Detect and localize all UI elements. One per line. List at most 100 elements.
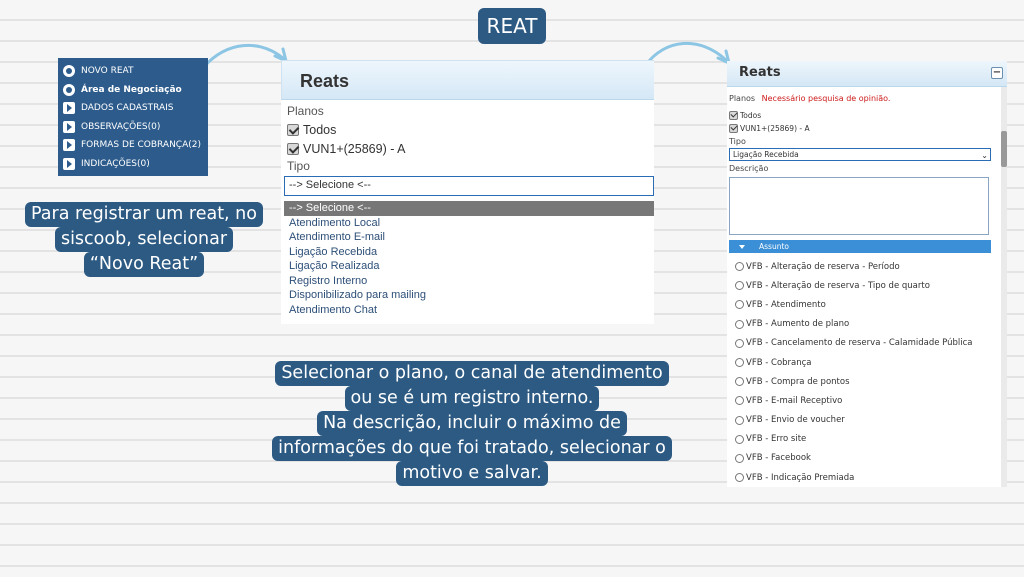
assunto-label: VFB - Compra de pontos [746,376,850,387]
scrollbar[interactable] [1001,87,1007,487]
radio-icon[interactable] [735,300,744,310]
assunto-option[interactable]: VFB - Cancelamento de reserva - Calamida… [729,334,1003,353]
radio-icon[interactable] [735,415,744,425]
radio-icon[interactable] [735,396,744,406]
chevron-down-icon: ⌄ [981,151,988,160]
radio-icon[interactable] [735,281,744,291]
assunto-label: VFB - Cancelamento de reserva - Calamida… [746,338,973,349]
panel-title: Reats [281,60,654,100]
reats-panel: Reats Planos Todos VUN1+(25869) - A Tipo… [281,60,654,324]
assunto-option[interactable]: VFB - Aumento de plano [729,315,1003,334]
assunto-option[interactable]: VFB - Compra de pontos [729,372,1003,391]
checkbox-plano[interactable]: VUN1+(25869) - A [729,122,1003,135]
assunto-label: VFB - Erro site [746,434,807,445]
assunto-label: VFB - Envio de voucher [746,415,845,426]
arrow-right-icon [63,102,75,115]
assunto-option[interactable]: VFB - Cobrança [729,353,1003,372]
tipo-option[interactable]: Atendimento Chat [284,303,654,318]
menu-item-label: NOVO REAT [81,66,134,77]
assunto-label: VFB - Cobrança [746,357,812,368]
tipo-options-list: --> Selecione <-- Atendimento Local Aten… [284,201,654,317]
assunto-option[interactable]: VFB - Atendimento [729,295,1003,314]
callout-line: Selecionar o plano, o canal de atendimen… [275,361,669,386]
arrow-right-icon [63,120,75,133]
checkbox-plano[interactable]: VUN1+(25869) - A [281,142,654,156]
checkbox-icon[interactable] [729,111,738,120]
radio-icon[interactable] [735,453,744,463]
arrow-icon [643,41,731,68]
callout-line: Para registrar um reat, no [25,202,263,227]
arrow-icon [198,43,288,74]
menu-item-dados-cadastrais[interactable]: DADOS CADASTRAIS [63,99,203,118]
tipo-option[interactable]: Ligação Realizada [284,259,654,274]
descricao-textarea[interactable] [729,177,989,235]
panel-body: Planos Necessário pesquisa de opinião. T… [727,93,1003,487]
radio-icon[interactable] [735,434,744,444]
assunto-option[interactable]: VFB - Alteração de reserva - Período [729,257,1003,276]
callout-line: ou se é um registro interno. [344,386,600,411]
assunto-header[interactable]: Assunto [729,240,991,253]
assunto-label: VFB - Facebook [746,453,811,464]
checkbox-icon[interactable] [287,124,299,136]
collapse-button[interactable]: − [991,67,1003,79]
panel-header: Reats − [727,61,1007,87]
assunto-label: VFB - Indicação Premiada [746,472,855,483]
radio-icon[interactable] [735,319,744,329]
assunto-option[interactable]: VFB - Envio de voucher [729,411,1003,430]
assunto-option[interactable]: VFB - Erro site [729,430,1003,449]
checkbox-label: VUN1+(25869) - A [740,124,810,133]
checkbox-icon[interactable] [729,124,738,133]
checkbox-todos[interactable]: Todos [729,109,1003,122]
tipo-label: Tipo [729,137,746,146]
tipo-option[interactable]: --> Selecione <-- [284,201,654,216]
menu-item-observacoes[interactable]: OBSERVAÇÕES(0) [63,118,203,137]
menu-item-label: INDICAÇÕES(0) [81,158,150,169]
checkbox-label: Todos [740,111,762,120]
page-title: REAT [478,8,546,44]
panel-title: Reats [739,65,781,80]
assunto-label: VFB - Aumento de plano [746,319,850,330]
assunto-option[interactable]: VFB - Facebook [729,449,1003,468]
tipo-option[interactable]: Registro Interno [284,274,654,289]
radio-icon[interactable] [735,358,744,368]
callout-line: “Novo Reat” [83,252,205,277]
menu-item-formas-cobranca[interactable]: FORMAS DE COBRANÇA(2) [63,136,203,155]
arrow-right-icon [63,139,75,152]
reats-form-panel: Reats − Planos Necessário pesquisa de op… [727,61,1007,487]
arrow-right-icon [63,157,75,170]
checkbox-label: VUN1+(25869) - A [303,142,406,156]
checkbox-icon[interactable] [287,143,299,155]
callout-line: motivo e salvar. [396,461,548,486]
menu-item-label: FORMAS DE COBRANÇA(2) [81,140,201,151]
planos-label: Planos [729,94,756,103]
circle-arrow-icon [63,65,75,78]
planos-label: Planos [287,104,324,118]
checkbox-todos[interactable]: Todos [281,123,654,137]
assunto-label: VFB - Atendimento [746,299,826,310]
assunto-option[interactable]: VFB - Indicação Premiada [729,468,1003,487]
radio-icon[interactable] [735,338,744,348]
tipo-select[interactable]: Ligação Recebida ⌄ [729,148,991,161]
assunto-option[interactable]: VFB - E-mail Receptivo [729,391,1003,410]
tipo-label: Tipo [287,159,310,173]
menu-item-label: Área de Negociação [81,84,182,95]
radio-icon[interactable] [735,262,744,272]
tipo-select[interactable]: --> Selecione <-- [284,176,654,196]
tipo-option[interactable]: Ligação Recebida [284,245,654,260]
radio-icon[interactable] [735,473,744,483]
scrollbar-thumb[interactable] [1001,131,1007,167]
checkbox-label: Todos [303,123,337,137]
menu-item-label: DADOS CADASTRAIS [81,103,174,114]
callout-line: Na descrição, incluir o máximo de [317,411,627,436]
callout-left: Para registrar um reat, no siscoob, sele… [25,202,263,277]
tipo-option[interactable]: Atendimento E-mail [284,230,654,245]
assunto-label: VFB - Alteração de reserva - Tipo de qua… [746,280,930,291]
radio-icon[interactable] [735,377,744,387]
assunto-option[interactable]: VFB - Alteração de reserva - Tipo de qua… [729,276,1003,295]
tipo-option[interactable]: Disponibilizado para mailing [284,288,654,303]
menu-item-novo-reat[interactable]: NOVO REAT [63,62,203,81]
menu-item-area-negociacao[interactable]: Área de Negociação [63,81,203,100]
menu-item-indicacoes[interactable]: INDICAÇÕES(0) [63,155,203,174]
tipo-option[interactable]: Atendimento Local [284,216,654,231]
menu-item-label: OBSERVAÇÕES(0) [81,121,161,132]
